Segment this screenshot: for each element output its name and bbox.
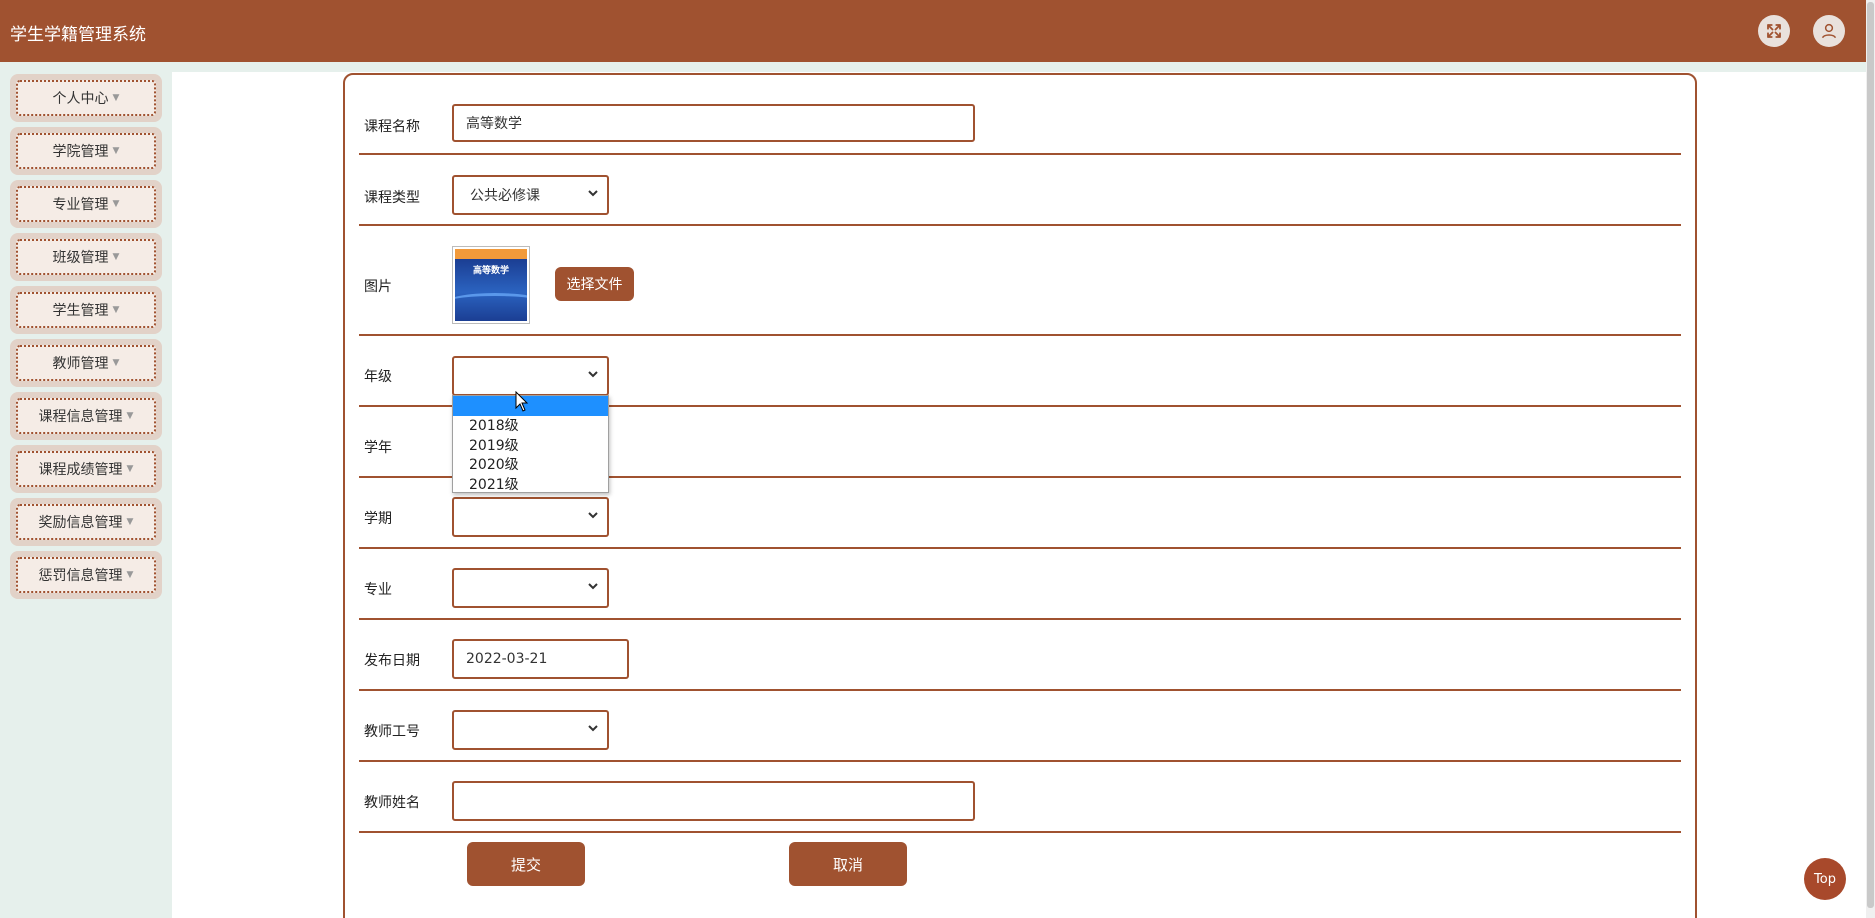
sidebar-item-label: 学生管理: [52, 303, 109, 319]
sidebar: 个人中心 ▼ 学院管理 ▼ 专业管理 ▼ 班级管理 ▼ 学生管理 ▼ 教师管理 ▼ 课程信息…: [2, 62, 172, 918]
sidebar-item-label: 个人中心: [52, 91, 109, 107]
sidebar-item-college[interactable]: 学院管理 ▼: [10, 127, 162, 175]
image-label: 图片: [364, 279, 392, 295]
course-image-thumbnail: 高等数学: [452, 246, 530, 324]
grade-label: 年级: [364, 369, 392, 385]
choose-file-button[interactable]: 选择文件: [555, 267, 634, 301]
book-cover-image: 高等数学: [455, 249, 527, 321]
app-title: 学生学籍管理系统: [10, 25, 146, 45]
caret-down-icon: ▼: [126, 517, 134, 527]
chevron-down-icon: [588, 512, 598, 519]
publish-date-input[interactable]: 2022-03-21: [452, 639, 629, 679]
sidebar-item-label: 课程信息管理: [38, 409, 123, 425]
course-name-label: 课程名称: [364, 119, 420, 135]
sidebar-item-teacher[interactable]: 教师管理 ▼: [10, 339, 162, 387]
sidebar-item-label: 班级管理: [52, 250, 109, 266]
course-type-value: 公共必修课: [470, 188, 540, 204]
mouse-cursor-icon: [515, 391, 529, 412]
chevron-down-icon: [588, 583, 598, 590]
user-icon[interactable]: [1813, 15, 1845, 47]
fullscreen-icon[interactable]: [1758, 15, 1790, 47]
sidebar-item-label: 专业管理: [52, 197, 109, 213]
book-cover-title: 高等数学: [472, 266, 509, 276]
teacher-name-label: 教师姓名: [364, 795, 420, 811]
school-year-label: 学年: [364, 440, 392, 456]
course-name-input[interactable]: 高等数学: [452, 104, 975, 142]
chevron-down-icon: [588, 371, 598, 378]
grade-option[interactable]: 2021级: [453, 474, 608, 494]
publish-date-label: 发布日期: [364, 653, 420, 669]
teacher-id-select[interactable]: [452, 710, 609, 750]
sidebar-item-penalty[interactable]: 惩罚信息管理 ▼: [10, 551, 162, 599]
caret-down-icon: ▼: [112, 252, 120, 262]
teacher-id-label: 教师工号: [364, 724, 420, 740]
sidebar-item-major[interactable]: 专业管理 ▼: [10, 180, 162, 228]
grade-option[interactable]: 2018级: [453, 416, 608, 436]
chevron-down-icon: [588, 725, 598, 732]
grade-option[interactable]: 2019级: [453, 435, 608, 455]
major-label: 专业: [364, 582, 392, 598]
sidebar-item-course-score[interactable]: 课程成绩管理 ▼: [10, 445, 162, 493]
term-select[interactable]: [452, 497, 609, 537]
caret-down-icon: ▼: [126, 411, 134, 421]
caret-down-icon: ▼: [126, 570, 134, 580]
major-select[interactable]: [452, 568, 609, 608]
grade-dropdown-list: 2018级 2019级 2020级 2021级: [452, 395, 609, 493]
sidebar-item-student[interactable]: 学生管理 ▼: [10, 286, 162, 334]
grade-option[interactable]: [453, 396, 608, 416]
sidebar-item-reward[interactable]: 奖励信息管理 ▼: [10, 498, 162, 546]
sidebar-item-label: 惩罚信息管理: [38, 568, 123, 584]
caret-down-icon: ▼: [112, 93, 120, 103]
caret-down-icon: ▼: [112, 305, 120, 315]
teacher-name-input[interactable]: [452, 781, 975, 821]
caret-down-icon: ▼: [112, 146, 120, 156]
sidebar-item-label: 课程成绩管理: [38, 462, 123, 478]
grade-option[interactable]: 2020级: [453, 455, 608, 475]
sidebar-item-course-info[interactable]: 课程信息管理 ▼: [10, 392, 162, 440]
page-scrollbar[interactable]: [1866, 0, 1875, 918]
sidebar-item-class[interactable]: 班级管理 ▼: [10, 233, 162, 281]
chevron-down-icon: [588, 190, 598, 197]
caret-down-icon: ▼: [112, 358, 120, 368]
sidebar-item-label: 教师管理: [52, 356, 109, 372]
top-bar: 学生学籍管理系统: [0, 0, 1866, 62]
term-label: 学期: [364, 511, 392, 527]
caret-down-icon: ▼: [112, 199, 120, 209]
caret-down-icon: ▼: [126, 464, 134, 474]
grade-select[interactable]: [452, 356, 609, 396]
course-type-label: 课程类型: [364, 190, 420, 206]
course-type-select[interactable]: 公共必修课: [452, 175, 609, 215]
sidebar-item-label: 学院管理: [52, 144, 109, 160]
sidebar-item-personal-center[interactable]: 个人中心 ▼: [10, 74, 162, 122]
submit-button[interactable]: 提交: [467, 842, 585, 886]
back-to-top-button[interactable]: Top: [1804, 858, 1846, 900]
cancel-button[interactable]: 取消: [789, 842, 907, 886]
sidebar-item-label: 奖励信息管理: [38, 515, 123, 531]
